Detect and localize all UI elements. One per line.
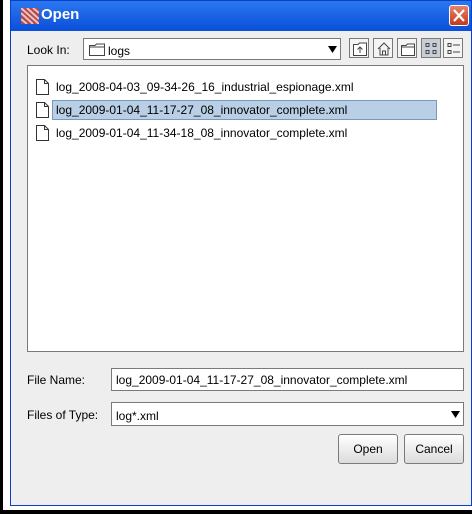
dialog-title: Open <box>41 6 80 23</box>
file-item[interactable]: log_2009-01-04_11-34-18_08_innovator_com… <box>34 122 447 144</box>
file-list[interactable]: log_2008-04-03_09-34-26_16_industrial_es… <box>27 65 464 352</box>
home-button[interactable] <box>373 38 393 58</box>
chevron-down-icon <box>451 411 460 418</box>
app-icon <box>21 8 39 24</box>
look-in-combo[interactable]: logs <box>83 38 341 60</box>
files-of-type-combo[interactable]: log*.xml <box>111 402 464 426</box>
title-bar[interactable]: Open <box>11 1 471 31</box>
new-folder-icon <box>401 43 415 56</box>
open-button[interactable]: Open <box>338 434 398 464</box>
home-icon <box>377 42 391 56</box>
up-one-level-icon <box>353 42 367 56</box>
file-icon <box>36 102 49 118</box>
file-name-field[interactable] <box>116 370 456 389</box>
close-icon <box>453 9 465 22</box>
file-name: log_2009-01-04_11-34-18_08_innovator_com… <box>56 126 348 140</box>
list-view-button[interactable] <box>421 38 441 58</box>
file-name-field-box <box>111 368 464 391</box>
look-in-label: Look In: <box>27 43 70 57</box>
look-in-value: logs <box>108 44 131 58</box>
file-name-label: File Name: <box>27 373 86 387</box>
file-icon <box>36 79 49 95</box>
page-border-left <box>0 0 3 514</box>
page-border-bottom <box>0 510 472 514</box>
list-view-icon <box>425 43 437 54</box>
details-view-button[interactable] <box>443 38 463 58</box>
file-item-selected[interactable]: log_2009-01-04_11-17-27_08_innovator_com… <box>34 99 447 121</box>
close-button[interactable] <box>449 5 469 26</box>
file-icon <box>36 125 49 141</box>
file-name: log_2009-01-04_11-17-27_08_innovator_com… <box>56 103 348 117</box>
open-dialog: Open Look In: logs log_2008-04-03_09-34-… <box>10 0 472 506</box>
files-of-type-label: Files of Type: <box>27 408 99 422</box>
details-view-icon <box>447 43 460 54</box>
new-folder-button[interactable] <box>397 38 417 58</box>
chevron-down-icon <box>328 46 337 53</box>
up-one-level-button[interactable] <box>349 38 369 58</box>
folder-icon <box>89 43 105 56</box>
file-name: log_2008-04-03_09-34-26_16_industrial_es… <box>56 80 354 94</box>
files-of-type-value: log*.xml <box>116 409 159 423</box>
cancel-button[interactable]: Cancel <box>404 434 464 464</box>
file-item[interactable]: log_2008-04-03_09-34-26_16_industrial_es… <box>34 76 447 98</box>
